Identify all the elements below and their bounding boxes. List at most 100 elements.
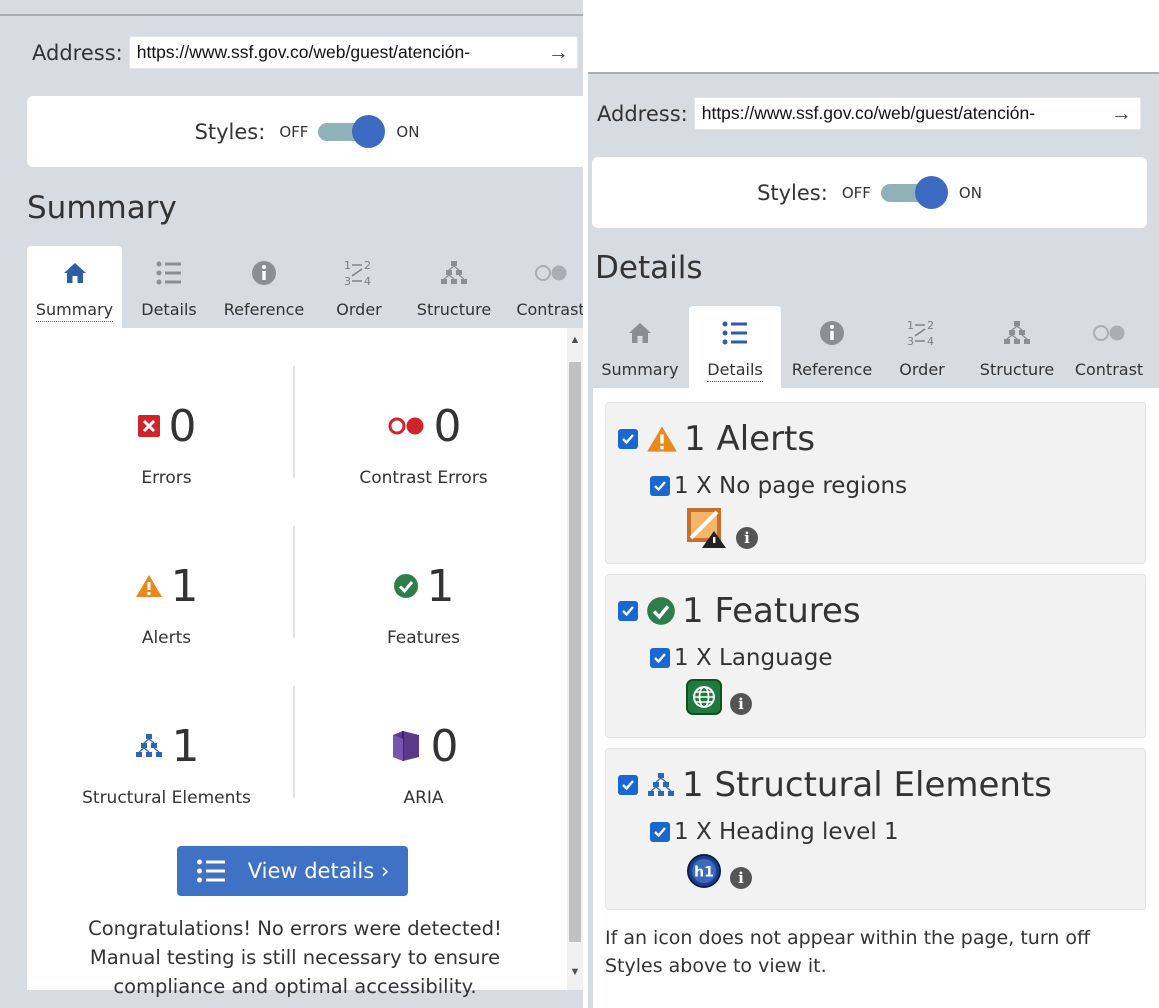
features-group-checkbox[interactable]: [618, 601, 638, 621]
contrast-errors-summary: 0 Contrast Errors: [297, 398, 550, 489]
go-arrow-icon[interactable]: →: [542, 41, 577, 65]
tab-bar: Summary Details Reference 1234 Order Str…: [27, 246, 583, 328]
contrast-icon: [1093, 325, 1125, 341]
no-page-regions-label: 1 X No page regions: [674, 473, 908, 499]
address-bar: Address: https://www.ssf.gov.co/web/gues…: [32, 36, 578, 69]
language-checkbox[interactable]: [650, 648, 670, 668]
alerts-label: Alerts: [141, 628, 192, 648]
go-arrow-icon[interactable]: →: [1105, 102, 1140, 126]
tab-label: Summary: [601, 360, 679, 379]
note-line: Styles above to view it.: [605, 955, 827, 977]
congrats-line: Manual testing is still necessary to ens…: [89, 946, 501, 969]
toggle-knob[interactable]: [914, 175, 948, 209]
tab-details[interactable]: Details: [689, 306, 781, 388]
congrats-message: Congratulations! No errors were detected…: [27, 914, 563, 1001]
styles-on-label: ON: [396, 122, 420, 141]
language-item: 1 X Language: [650, 645, 833, 671]
svg-text:4: 4: [927, 335, 934, 348]
tab-reference[interactable]: Reference: [785, 306, 879, 388]
tab-order[interactable]: 1234 Order: [319, 246, 399, 328]
styles-toggle[interactable]: [318, 114, 386, 148]
address-input[interactable]: https://www.ssf.gov.co/web/guest/atenció…: [130, 42, 542, 63]
alert-icon: [647, 426, 677, 452]
scroll-down-arrow-icon[interactable]: ▼: [567, 966, 583, 978]
address-input-box[interactable]: https://www.ssf.gov.co/web/guest/atenció…: [693, 97, 1141, 130]
tab-order[interactable]: 1234 Order: [885, 306, 959, 388]
congrats-line: compliance and optimal accessibility.: [113, 975, 477, 998]
info-icon: [252, 261, 276, 285]
svg-text:3: 3: [344, 275, 351, 288]
address-input[interactable]: https://www.ssf.gov.co/web/guest/atenció…: [695, 103, 1105, 124]
summary-content: 0 Errors 0 Contrast Errors 1 Alerts 1 Fe…: [27, 328, 567, 998]
heading-level-1-checkbox[interactable]: [650, 822, 670, 842]
page-title: Details: [595, 250, 703, 286]
structural-summary: 1 Structural Elements: [40, 718, 293, 809]
styles-toggle-card: Styles: OFF ON: [592, 157, 1147, 228]
features-count: 1: [426, 560, 455, 612]
scrollbar-thumb[interactable]: [569, 362, 581, 942]
info-icon[interactable]: i: [730, 693, 752, 715]
language-globe-icon[interactable]: [686, 679, 722, 715]
home-icon: [629, 323, 651, 343]
alerts-group-checkbox[interactable]: [618, 429, 638, 449]
feature-check-icon: [647, 597, 675, 625]
heading-h1-icon[interactable]: h1: [686, 853, 722, 889]
tab-label: Contrast: [1074, 360, 1144, 379]
tab-label: Details: [707, 360, 763, 382]
tab-reference[interactable]: Reference: [214, 246, 314, 328]
tab-bar: Summary Details Reference 1234 Order Str…: [595, 306, 1155, 388]
divider: [293, 686, 295, 798]
contrast-errors-label: Contrast Errors: [359, 468, 488, 488]
divider: [293, 526, 295, 638]
svg-text:4: 4: [364, 275, 371, 288]
alerts-group: 1 Alerts 1 X No page regions i: [605, 402, 1146, 564]
aria-count: 0: [430, 720, 459, 772]
tab-contrast[interactable]: Contrast: [508, 246, 583, 328]
tab-structure[interactable]: Structure: [405, 246, 503, 328]
svg-text:1: 1: [344, 259, 351, 272]
panel-top-border: [0, 14, 583, 16]
styles-toggle[interactable]: [880, 175, 949, 209]
scroll-up-arrow-icon[interactable]: ▲: [567, 334, 583, 346]
structure-icon: [648, 773, 674, 796]
congrats-line: Congratulations! No errors were detected…: [88, 917, 502, 940]
address-input-box[interactable]: https://www.ssf.gov.co/web/guest/atenció…: [128, 36, 578, 69]
no-page-regions-checkbox[interactable]: [650, 476, 670, 496]
no-regions-icon[interactable]: [686, 507, 728, 549]
info-icon[interactable]: i: [730, 867, 752, 889]
alerts-group-header: 1 Alerts: [618, 419, 815, 459]
svg-text:h1: h1: [694, 865, 714, 881]
tab-structure[interactable]: Structure: [971, 306, 1063, 388]
tab-contrast[interactable]: Contrast: [1067, 306, 1151, 388]
tab-label: Order: [899, 360, 945, 379]
alerts-summary: 1 Alerts: [40, 558, 293, 648]
tab-details[interactable]: Details: [130, 246, 208, 328]
toggle-knob[interactable]: [352, 114, 386, 148]
styles-toggle-card: Styles: OFF ON: [27, 96, 583, 167]
view-details-button[interactable]: View details ›: [177, 846, 408, 896]
structural-group-header: 1 Structural Elements: [618, 765, 1052, 805]
note-line: If an icon does not appear within the pa…: [605, 927, 1091, 949]
errors-label: Errors: [141, 468, 192, 488]
divider: [293, 366, 295, 478]
info-icon[interactable]: i: [736, 527, 758, 549]
order-icon: 1 23 4: [344, 259, 371, 288]
errors-count: 0: [168, 400, 197, 452]
tab-summary[interactable]: Summary: [27, 246, 122, 328]
structural-label: Structural Elements: [82, 788, 251, 808]
summary-panel: Address: https://www.ssf.gov.co/web/gues…: [0, 0, 583, 1008]
error-x-icon: [137, 415, 160, 437]
features-group-title: 1 Features: [682, 591, 861, 631]
structural-group-checkbox[interactable]: [618, 775, 638, 795]
svg-text:2: 2: [364, 259, 371, 272]
tab-label: Contrast: [516, 300, 583, 319]
tab-label: Summary: [35, 300, 114, 322]
view-details-label: View details ›: [247, 859, 390, 883]
svg-text:1: 1: [907, 319, 914, 332]
scrollbar[interactable]: ▲ ▼: [567, 328, 583, 990]
list-icon: [722, 321, 747, 345]
list-icon: [156, 261, 181, 285]
home-icon: [63, 263, 86, 283]
tab-summary[interactable]: Summary: [595, 306, 685, 388]
contrast-icon: [534, 265, 566, 281]
